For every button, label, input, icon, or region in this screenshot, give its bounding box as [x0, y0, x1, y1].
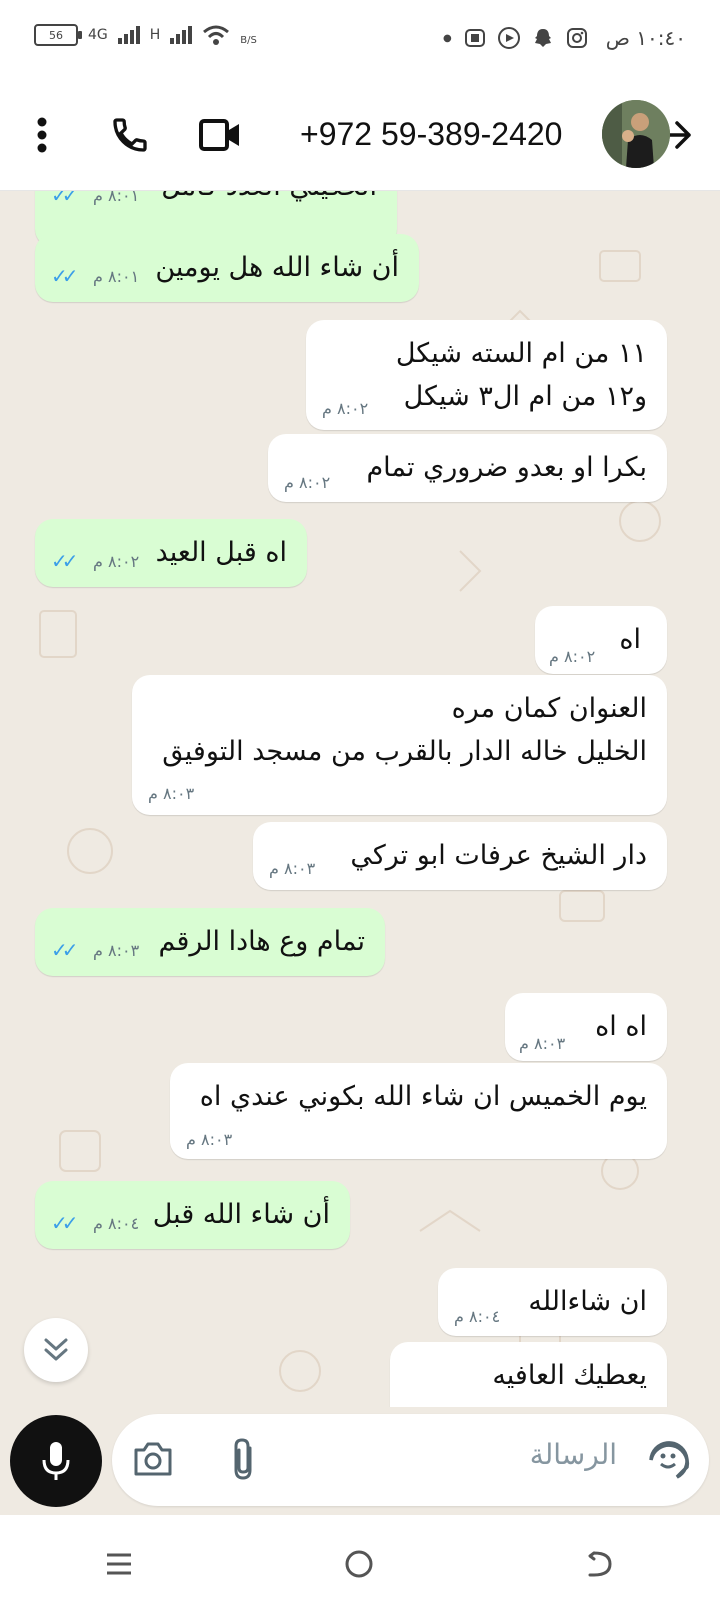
dot-icon: ●: [443, 32, 452, 44]
message-text: يعطيك العافيه: [492, 1360, 647, 1391]
message-list[interactable]: الحكيلي العدد كامل ٨:٠١ م ✓✓ أن شاء الله…: [0, 191, 720, 1407]
read-receipt-icon: ✓✓: [51, 938, 78, 962]
message-line-2: الخليل خاله الدار بالقرب من مسجد التوفيق: [162, 736, 647, 768]
network-h-label: H: [149, 27, 161, 43]
youtube-icon: [497, 27, 520, 49]
incoming-message[interactable]: ان شاءالله ٨:٠٤ م: [438, 1268, 667, 1336]
video-call-icon[interactable]: [190, 80, 250, 190]
message-line-1: ١١ من ام السته شيكل: [395, 338, 647, 369]
battery-level: 56: [49, 28, 63, 42]
message-time: ٨:٠٣ م: [148, 784, 195, 803]
message-text: اه قبل العيد: [155, 537, 287, 568]
message-text: دار الشيخ عرفات ابو تركي: [350, 840, 647, 871]
read-receipt-icon: ✓✓: [51, 549, 78, 573]
outgoing-message[interactable]: تمام وع هادا الرقم ٨:٠٣ م ✓✓: [35, 908, 385, 976]
incoming-message[interactable]: يعطيك العافيه: [390, 1342, 667, 1407]
message-input[interactable]: الرسالة: [112, 1414, 709, 1506]
signal-icon-2: [170, 26, 193, 44]
outgoing-message[interactable]: أن شاء الله هل يومين ٨:٠١ م ✓✓: [35, 234, 419, 302]
message-time: ٨:٠٢ م: [93, 552, 140, 571]
double-chevron-down-icon: [44, 1338, 68, 1361]
message-time: ٨:٠٤ م: [93, 1214, 140, 1233]
camera-icon[interactable]: [132, 1440, 174, 1478]
contact-title[interactable]: +972 59-389-2420: [300, 116, 562, 153]
recent-apps-icon[interactable]: [104, 1549, 134, 1579]
incoming-message[interactable]: بكرا او بعدو ضروري تمام ٨:٠٢ م: [268, 434, 667, 502]
microphone-icon: [42, 1442, 70, 1480]
outgoing-message[interactable]: اه قبل العيد ٨:٠٢ م ✓✓: [35, 519, 307, 587]
incoming-message[interactable]: يوم الخميس ان شاء الله بكوني عندي اه ٨:٠…: [170, 1063, 667, 1159]
sticker-icon[interactable]: [647, 1438, 691, 1482]
app-icon-1: [464, 29, 485, 47]
system-nav-bar: [0, 1515, 720, 1612]
attach-icon[interactable]: [230, 1436, 258, 1482]
incoming-message[interactable]: اه اه ٨:٠٣ م: [505, 993, 667, 1061]
wifi-icon: [203, 25, 230, 45]
instagram-icon: [566, 28, 587, 48]
status-bar: 56 4G H B/S ● ١٠:٤٠ ص: [0, 0, 720, 80]
scroll-to-bottom-button[interactable]: [24, 1318, 88, 1382]
message-placeholder: الرسالة: [529, 1438, 617, 1471]
voice-call-icon[interactable]: [100, 80, 160, 190]
message-time: ٨:٠٣ م: [519, 1034, 566, 1053]
message-text: يوم الخميس ان شاء الله بكوني عندي اه: [199, 1081, 647, 1112]
message-time: ٨:٠٤ م: [454, 1307, 501, 1326]
message-time: ٨:٠٢ م: [284, 473, 331, 492]
message-time: ٨:٠١ م: [93, 191, 140, 205]
read-receipt-icon: ✓✓: [51, 1211, 78, 1235]
message-time: ٨:٠٣ م: [186, 1130, 233, 1149]
read-receipt-icon: ✓✓: [51, 191, 78, 207]
message-time: ٨:٠٢ م: [549, 647, 596, 666]
message-line-2: و١٢ من ام ال٣ شيكل: [403, 381, 647, 413]
clock: ١٠:٤٠ ص: [605, 26, 686, 50]
network-4g-label: 4G: [88, 27, 108, 43]
message-time: ٨:٠٣ م: [93, 941, 140, 960]
message-time: ٨:٠٣ م: [269, 859, 316, 878]
message-text: بكرا او بعدو ضروري تمام: [366, 452, 647, 483]
read-receipt-icon: ✓✓: [51, 264, 78, 288]
battery-icon: 56: [34, 24, 82, 46]
voice-record-button[interactable]: [10, 1415, 102, 1507]
back-icon[interactable]: [584, 1548, 616, 1580]
snapchat-icon: [534, 29, 551, 47]
outgoing-message[interactable]: أن شاء الله قبل ٨:٠٤ م ✓✓: [35, 1181, 350, 1249]
incoming-message[interactable]: العنوان كمان مره الخليل خاله الدار بالقر…: [132, 675, 667, 815]
contact-avatar[interactable]: [602, 100, 670, 168]
home-icon[interactable]: [343, 1548, 375, 1580]
more-options-icon[interactable]: [22, 80, 62, 190]
message-line-1: العنوان كمان مره: [451, 693, 647, 724]
message-text: الحكيلي العدد كامل: [161, 191, 377, 208]
signal-icon: [117, 26, 140, 44]
incoming-message[interactable]: دار الشيخ عرفات ابو تركي ٨:٠٣ م: [253, 822, 667, 890]
message-time: ٨:٠٢ م: [322, 399, 369, 418]
incoming-message[interactable]: ١١ من ام السته شيكل و١٢ من ام ال٣ شيكل ٨…: [306, 320, 667, 430]
speed-label: B/S: [240, 35, 257, 46]
message-time: ٨:٠١ م: [93, 267, 140, 286]
incoming-message[interactable]: اه ٨:٠٢ م: [535, 606, 667, 674]
